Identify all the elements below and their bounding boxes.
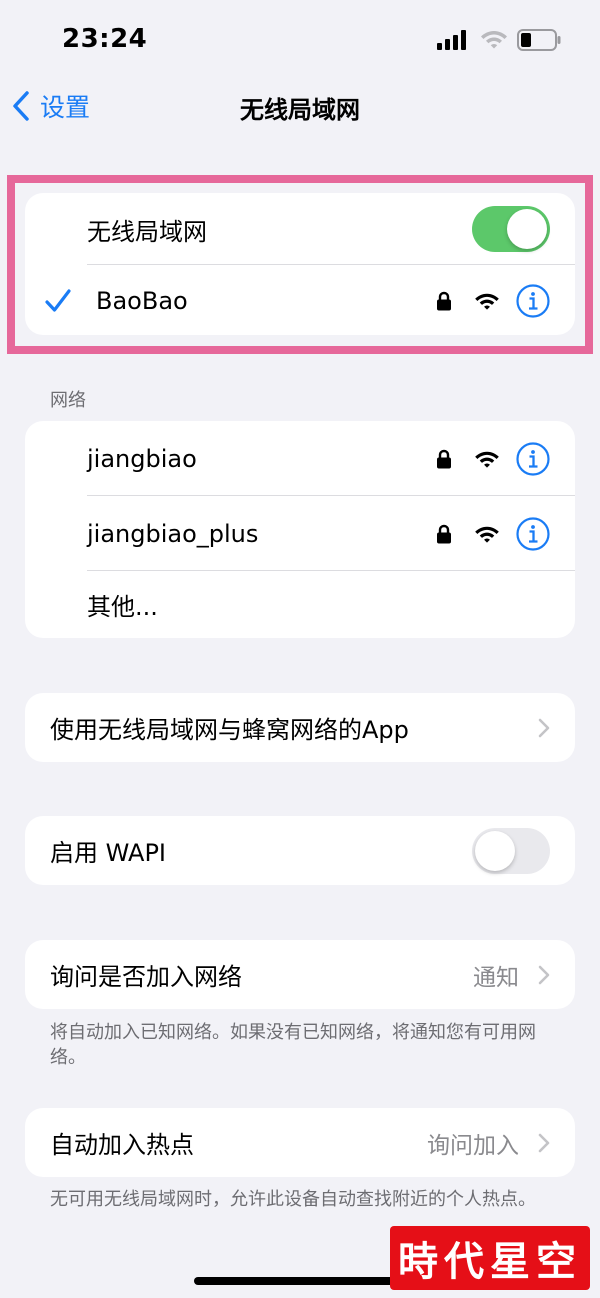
hotspot-label: 自动加入热点 xyxy=(50,1131,194,1159)
wapi-toggle[interactable] xyxy=(472,827,550,874)
networks-section-header: 网络 xyxy=(50,390,86,411)
wifi-signal-icon xyxy=(474,524,500,544)
network-row[interactable]: jiangbiao_plus xyxy=(25,496,575,571)
ask-join-row[interactable]: 询问是否加入网络 通知 xyxy=(25,940,575,1009)
network-name: jiangbiao xyxy=(87,444,197,473)
ask-join-card: 询问是否加入网络 通知 xyxy=(25,940,575,1009)
hotspot-card: 自动加入热点 询问加入 xyxy=(25,1108,575,1177)
status-bar: 23:24 xyxy=(0,0,600,80)
ask-join-label: 询问是否加入网络 xyxy=(50,963,242,991)
apps-card: 使用无线局域网与蜂窝网络的App xyxy=(25,693,575,762)
wapi-row: 启用 WAPI xyxy=(25,816,575,885)
other-network-label: 其他... xyxy=(87,593,158,621)
network-row[interactable]: jiangbiao xyxy=(25,421,575,496)
hotspot-value: 询问加入 xyxy=(427,1132,519,1159)
chevron-right-icon xyxy=(538,965,550,985)
lock-icon xyxy=(436,524,452,544)
hotspot-footnote: 无可用无线局域网时，允许此设备自动查找附近的个人热点。 xyxy=(50,1189,536,1210)
networks-card: jiangbiao jiangbiao_plus 其他... xyxy=(25,421,575,638)
watermark-logo: 時代星空 xyxy=(390,1226,590,1290)
wapi-card: 启用 WAPI xyxy=(25,816,575,885)
page-title: 无线局域网 xyxy=(240,96,360,124)
ask-join-value: 通知 xyxy=(473,964,519,991)
wapi-label: 启用 WAPI xyxy=(50,839,167,867)
other-network-row[interactable]: 其他... xyxy=(25,571,575,638)
status-time: 23:24 xyxy=(62,24,148,54)
network-name: jiangbiao_plus xyxy=(87,519,259,548)
cellular-signal-icon xyxy=(437,30,469,54)
ask-join-footnote: 将自动加入已知网络。如果没有已知网络，将通知您有可用网络。 xyxy=(50,1022,536,1068)
wifi-status-icon xyxy=(480,28,508,54)
info-icon[interactable] xyxy=(516,441,550,476)
wifi-signal-icon xyxy=(474,449,500,469)
highlight-frame xyxy=(7,175,593,354)
chevron-right-icon xyxy=(538,1133,550,1153)
apps-using-wifi-label: 使用无线局域网与蜂窝网络的App xyxy=(50,716,409,744)
hotspot-row[interactable]: 自动加入热点 询问加入 xyxy=(25,1108,575,1177)
toggle-knob xyxy=(475,830,515,871)
apps-using-wifi-row[interactable]: 使用无线局域网与蜂窝网络的App xyxy=(25,693,575,762)
battery-icon xyxy=(517,29,561,55)
lock-icon xyxy=(436,449,452,469)
home-indicator[interactable] xyxy=(194,1277,406,1285)
chevron-right-icon xyxy=(538,718,550,738)
info-icon[interactable] xyxy=(516,516,550,551)
